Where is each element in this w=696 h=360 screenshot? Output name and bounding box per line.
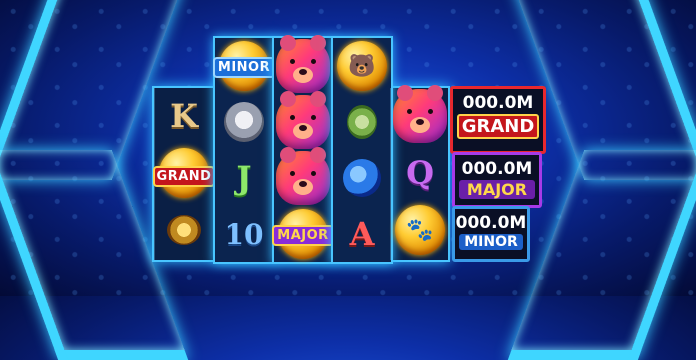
symbol-bee	[167, 215, 201, 245]
symbol-q: Q	[406, 154, 434, 192]
paw-icon: 🐾	[406, 217, 434, 243]
jackpot-major-amount: 000.0M	[461, 159, 533, 179]
reel-cell	[391, 85, 449, 144]
reel-cell: 🐾	[391, 202, 449, 258]
reel-cell	[274, 147, 332, 206]
jackpot-minor: 000.0M MINOR	[452, 206, 530, 262]
symbol-k: K	[170, 97, 198, 135]
reel-cell: MINOR	[213, 38, 275, 94]
symbol-raccoon	[224, 102, 264, 142]
jackpot-grand: 000.0M GRAND	[450, 86, 546, 154]
left-frame-decoration	[0, 0, 189, 360]
bear-icon: 🐻	[348, 53, 376, 79]
jackpot-grand-label: GRAND	[457, 114, 539, 139]
coin-label: MINOR	[213, 57, 275, 78]
reel-cell: MAJOR	[272, 206, 334, 262]
jackpot-major: 000.0M MAJOR	[452, 152, 542, 208]
symbol-bear	[276, 35, 330, 93]
reel-5: Q 🐾	[390, 85, 449, 260]
symbol-bear	[393, 85, 447, 143]
jackpot-minor-amount: 000.0M	[455, 213, 527, 233]
reel-cell	[215, 94, 273, 150]
reel-cell: Q	[391, 145, 449, 201]
reel-cell	[274, 91, 332, 150]
reel-cell: 🐻	[333, 38, 391, 94]
reel-cell: A	[333, 206, 391, 262]
reel-cell: 10	[215, 206, 273, 262]
symbol-10: 10	[224, 217, 264, 251]
reel-cell	[274, 35, 332, 94]
coin-label: MAJOR	[272, 225, 334, 246]
jackpot-grand-amount: 000.0M	[462, 93, 534, 113]
reel-cell: J	[215, 150, 273, 206]
coin-label: GRAND	[153, 166, 215, 187]
reel-4: 🐻 A	[331, 36, 393, 264]
symbol-major-coin: MAJOR	[272, 209, 334, 259]
symbol-grand-coin: GRAND	[153, 148, 215, 198]
symbol-mouse	[347, 105, 377, 139]
reel-grid: K GRAND MINOR J 10 MAJOR 🐻 A Q 🐾	[152, 35, 450, 264]
symbol-minor-coin: MINOR	[213, 41, 275, 91]
reel-cell: K	[155, 88, 213, 144]
symbol-a: A	[349, 215, 375, 253]
reel-cell: GRAND	[153, 145, 215, 201]
symbol-paw-coin: 🐾	[395, 205, 445, 255]
jackpot-minor-label: MINOR	[459, 234, 523, 250]
symbol-bear	[276, 91, 330, 149]
symbol-j: J	[236, 159, 252, 197]
reel-1: K GRAND	[153, 88, 215, 260]
jackpot-major-label: MAJOR	[459, 180, 535, 199]
right-frame-decoration	[507, 0, 696, 360]
symbol-bluejay	[343, 159, 381, 197]
reel-cell	[333, 94, 391, 150]
reel-cell	[333, 150, 391, 206]
reel-cell	[155, 202, 213, 258]
reel-2: MINOR J 10	[213, 36, 275, 264]
symbol-bear-coin: 🐻	[337, 41, 387, 91]
symbol-bear	[276, 147, 330, 205]
reel-3: MAJOR	[272, 35, 334, 264]
